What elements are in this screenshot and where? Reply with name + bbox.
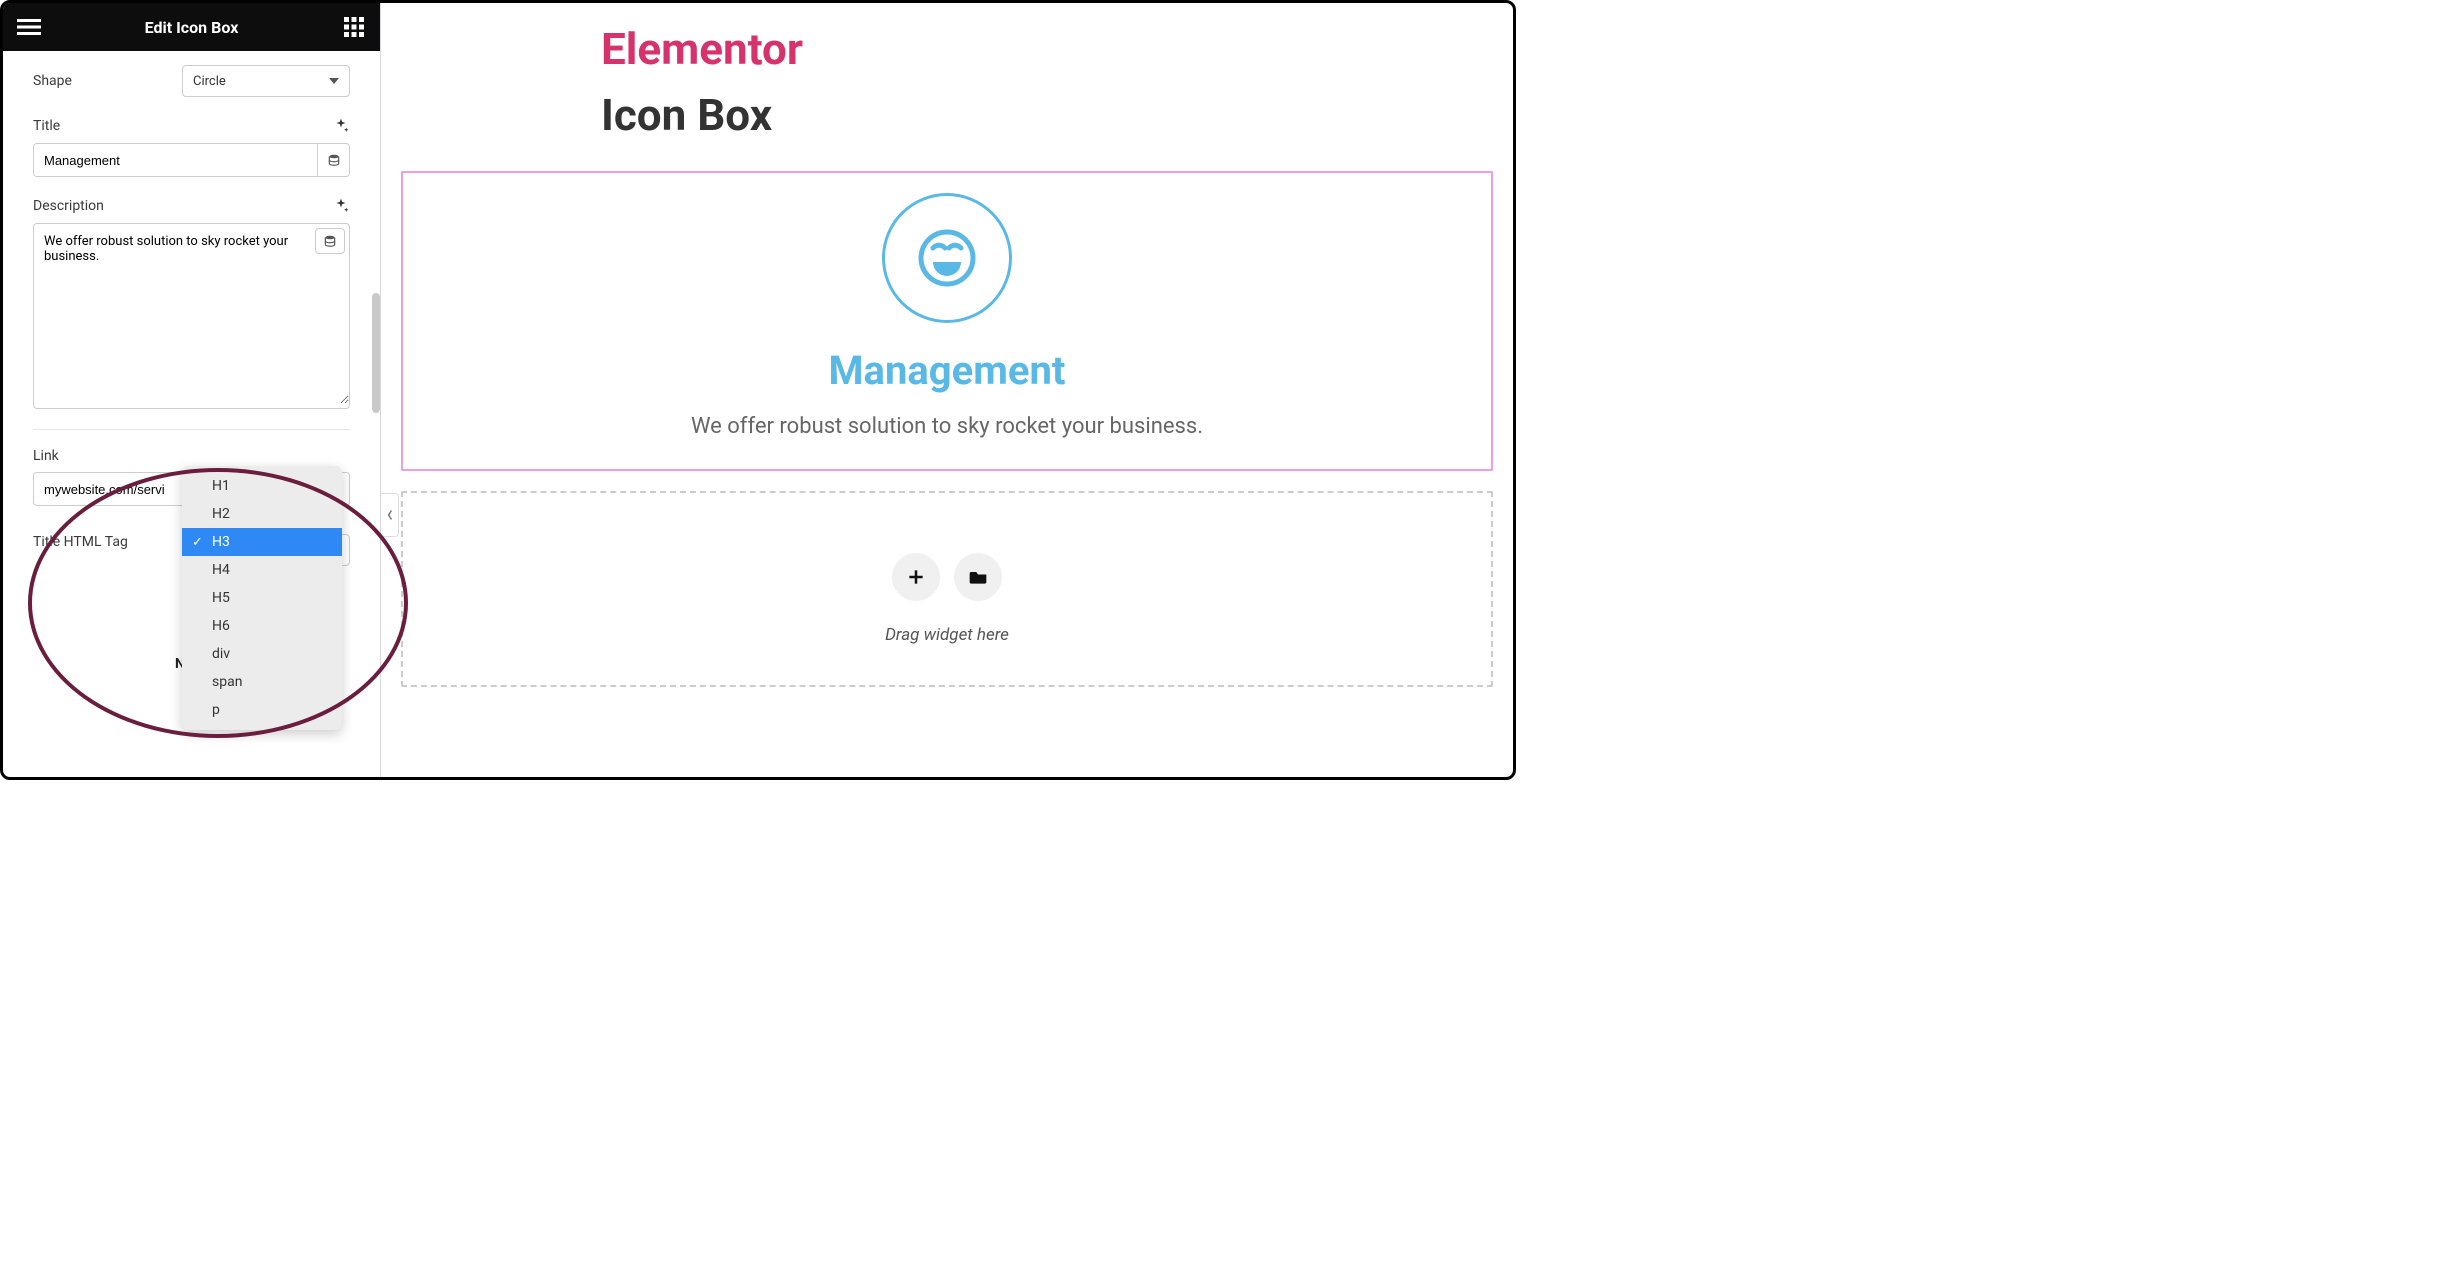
widgets-grid-icon[interactable] xyxy=(342,15,366,39)
title-html-tag-control: Title HTML Tag H1 H2 H3 H4 H5 H6 div spa… xyxy=(33,534,350,566)
page-title: Icon Box xyxy=(601,89,1493,141)
tag-option-h5[interactable]: H5 xyxy=(182,584,342,612)
brand-heading: Elementor xyxy=(601,23,1493,75)
editor-sidebar: Edit Icon Box Shape Circle Title xyxy=(3,3,381,777)
tag-option-p[interactable]: p xyxy=(182,696,342,724)
plus-icon xyxy=(906,567,926,587)
shape-select[interactable]: Circle xyxy=(182,65,350,97)
ai-sparkle-icon[interactable] xyxy=(332,117,350,135)
shape-label: Shape xyxy=(33,73,72,89)
tag-option-h1[interactable]: H1 xyxy=(182,472,342,500)
drop-zone-text: Drag widget here xyxy=(413,625,1481,645)
sidebar-scrollbar[interactable] xyxy=(372,293,380,413)
title-label: Title xyxy=(33,118,60,134)
icon-box-widget[interactable]: Management We offer robust solution to s… xyxy=(401,171,1493,471)
title-control: Title xyxy=(33,117,350,177)
description-textarea[interactable] xyxy=(34,224,349,404)
smile-icon xyxy=(915,226,979,290)
tag-option-div[interactable]: div xyxy=(182,640,342,668)
divider xyxy=(33,429,350,430)
add-template-button[interactable] xyxy=(954,553,1002,601)
widget-title: Management xyxy=(413,347,1481,394)
shape-select-value: Circle xyxy=(193,74,226,89)
icon-circle xyxy=(882,193,1012,323)
dynamic-tags-icon[interactable] xyxy=(317,144,349,176)
chevron-down-icon xyxy=(329,78,339,84)
ai-sparkle-icon[interactable] xyxy=(332,197,350,215)
tag-option-h6[interactable]: H6 xyxy=(182,612,342,640)
tag-option-span[interactable]: span xyxy=(182,668,342,696)
title-input[interactable] xyxy=(34,144,317,176)
menu-icon[interactable] xyxy=(17,15,41,39)
widget-description: We offer robust solution to sky rocket y… xyxy=(413,414,1481,439)
description-label: Description xyxy=(33,198,104,214)
dynamic-tags-icon[interactable] xyxy=(315,228,345,254)
sidebar-title: Edit Icon Box xyxy=(145,18,239,37)
folder-icon xyxy=(968,567,988,587)
tag-option-h4[interactable]: H4 xyxy=(182,556,342,584)
drop-zone[interactable]: Drag widget here xyxy=(401,491,1493,687)
tag-option-h2[interactable]: H2 xyxy=(182,500,342,528)
add-widget-button[interactable] xyxy=(892,553,940,601)
panel-collapse-handle[interactable] xyxy=(381,493,399,537)
link-label: Link xyxy=(33,448,59,464)
title-html-tag-dropdown: H1 H2 H3 H4 H5 H6 div span p xyxy=(182,466,342,730)
description-control: Description xyxy=(33,197,350,409)
title-html-tag-label: Title HTML Tag xyxy=(33,534,128,550)
shape-control: Shape Circle xyxy=(33,65,350,97)
tag-option-h3[interactable]: H3 xyxy=(182,528,342,556)
preview-canvas: Elementor Icon Box Management We offer r… xyxy=(381,3,1513,777)
sidebar-header: Edit Icon Box xyxy=(3,3,380,51)
